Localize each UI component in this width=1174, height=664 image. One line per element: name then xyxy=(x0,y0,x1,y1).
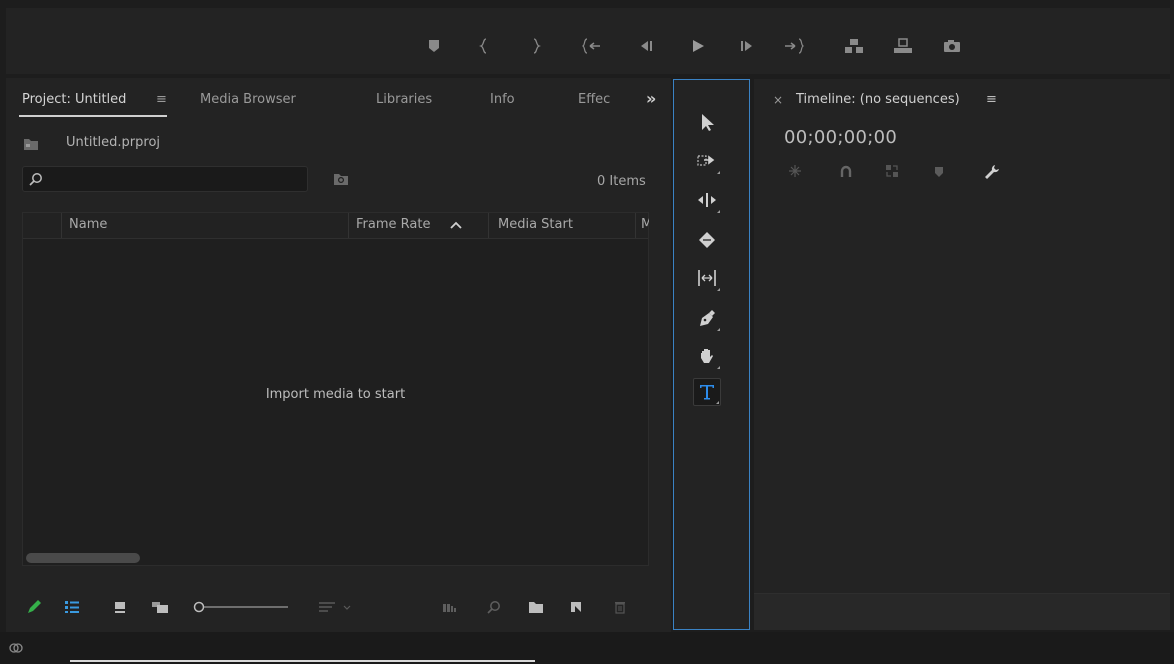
column-name[interactable]: Name xyxy=(69,217,107,232)
pencil-icon[interactable] xyxy=(25,598,43,616)
column-media-start[interactable]: Media Start xyxy=(498,217,573,232)
tab-effects[interactable]: Effec xyxy=(578,92,610,107)
timeline-footer xyxy=(754,593,1170,630)
slip-tool-icon[interactable] xyxy=(693,264,721,292)
sort-icon[interactable] xyxy=(318,598,356,616)
trash-icon[interactable] xyxy=(611,598,629,616)
creative-cloud-sync-icon[interactable] xyxy=(8,641,24,655)
add-marker-icon[interactable] xyxy=(934,166,944,178)
tools-panel xyxy=(673,79,750,630)
extract-icon[interactable] xyxy=(893,36,913,56)
tab-libraries[interactable]: Libraries xyxy=(376,92,432,107)
automate-icon[interactable] xyxy=(442,598,460,616)
timeline-title[interactable]: Timeline: (no sequences) xyxy=(796,92,960,107)
step-forward-icon[interactable] xyxy=(737,36,757,56)
project-item-list: Name Frame Rate Media Start M Import med… xyxy=(22,212,649,566)
sort-ascending-icon xyxy=(450,221,462,229)
column-divider xyxy=(488,213,489,238)
column-divider xyxy=(61,213,62,238)
mark-out-icon[interactable] xyxy=(526,36,546,56)
list-view-icon[interactable] xyxy=(63,598,81,616)
close-icon[interactable]: × xyxy=(773,93,783,107)
tab-project[interactable]: Project: Untitled xyxy=(22,92,126,107)
lift-icon[interactable] xyxy=(844,36,864,56)
timeline-menu-icon[interactable]: ≡ xyxy=(986,92,997,107)
horizontal-scrollbar[interactable] xyxy=(26,553,140,563)
column-frame-rate[interactable]: Frame Rate xyxy=(356,217,430,232)
project-file-name: Untitled.prproj xyxy=(66,135,161,150)
panel-overflow-button[interactable]: » xyxy=(646,89,656,108)
freeform-view-icon[interactable] xyxy=(151,598,169,616)
search-input[interactable] xyxy=(22,166,308,192)
timeline-panel: × Timeline: (no sequences) ≡ 00;00;00;00 xyxy=(754,79,1170,630)
progress-indicator xyxy=(70,660,535,662)
timecode-display[interactable]: 00;00;00;00 xyxy=(784,127,897,148)
find-icon[interactable] xyxy=(485,598,503,616)
step-back-icon[interactable] xyxy=(636,36,656,56)
track-select-tool-icon[interactable] xyxy=(693,147,721,175)
go-to-out-icon[interactable] xyxy=(784,36,804,56)
new-item-icon[interactable] xyxy=(567,598,585,616)
go-to-in-icon[interactable] xyxy=(582,36,602,56)
item-count: 0 Items xyxy=(597,174,646,189)
pen-tool-icon[interactable] xyxy=(693,304,721,332)
icon-view-icon[interactable] xyxy=(111,598,129,616)
project-panel: Project: Untitled ≡ Media Browser Librar… xyxy=(6,78,671,632)
project-panel-menu-icon[interactable]: ≡ xyxy=(156,92,167,107)
snap-magnet-icon[interactable] xyxy=(840,165,852,178)
new-bin-icon[interactable] xyxy=(527,598,545,616)
razor-tool-icon[interactable] xyxy=(693,226,721,254)
selection-tool-icon[interactable] xyxy=(693,108,721,136)
type-tool-icon[interactable] xyxy=(693,378,721,406)
tab-media-browser[interactable]: Media Browser xyxy=(200,92,296,107)
column-header-row: Name Frame Rate Media Start M xyxy=(23,213,649,239)
hand-tool-icon[interactable] xyxy=(693,342,721,370)
new-search-bin-icon[interactable] xyxy=(333,172,349,186)
column-divider xyxy=(635,213,636,238)
play-icon[interactable] xyxy=(688,36,708,56)
add-marker-icon[interactable] xyxy=(424,36,444,56)
insert-nest-icon[interactable] xyxy=(788,164,802,178)
mark-in-icon[interactable] xyxy=(474,36,494,56)
export-frame-icon[interactable] xyxy=(942,36,962,56)
tab-info[interactable]: Info xyxy=(490,92,515,107)
empty-state-message: Import media to start xyxy=(265,387,406,402)
active-tab-indicator xyxy=(19,115,167,117)
linked-selection-icon[interactable] xyxy=(885,164,899,178)
search-icon xyxy=(29,172,43,186)
ripple-edit-tool-icon[interactable] xyxy=(693,186,721,214)
column-divider xyxy=(348,213,349,238)
column-media-end[interactable]: M xyxy=(641,217,649,232)
program-monitor-transport xyxy=(6,8,1170,74)
wrench-icon[interactable] xyxy=(983,163,1001,181)
project-file-icon xyxy=(23,137,39,151)
zoom-slider-icon[interactable] xyxy=(192,598,292,616)
